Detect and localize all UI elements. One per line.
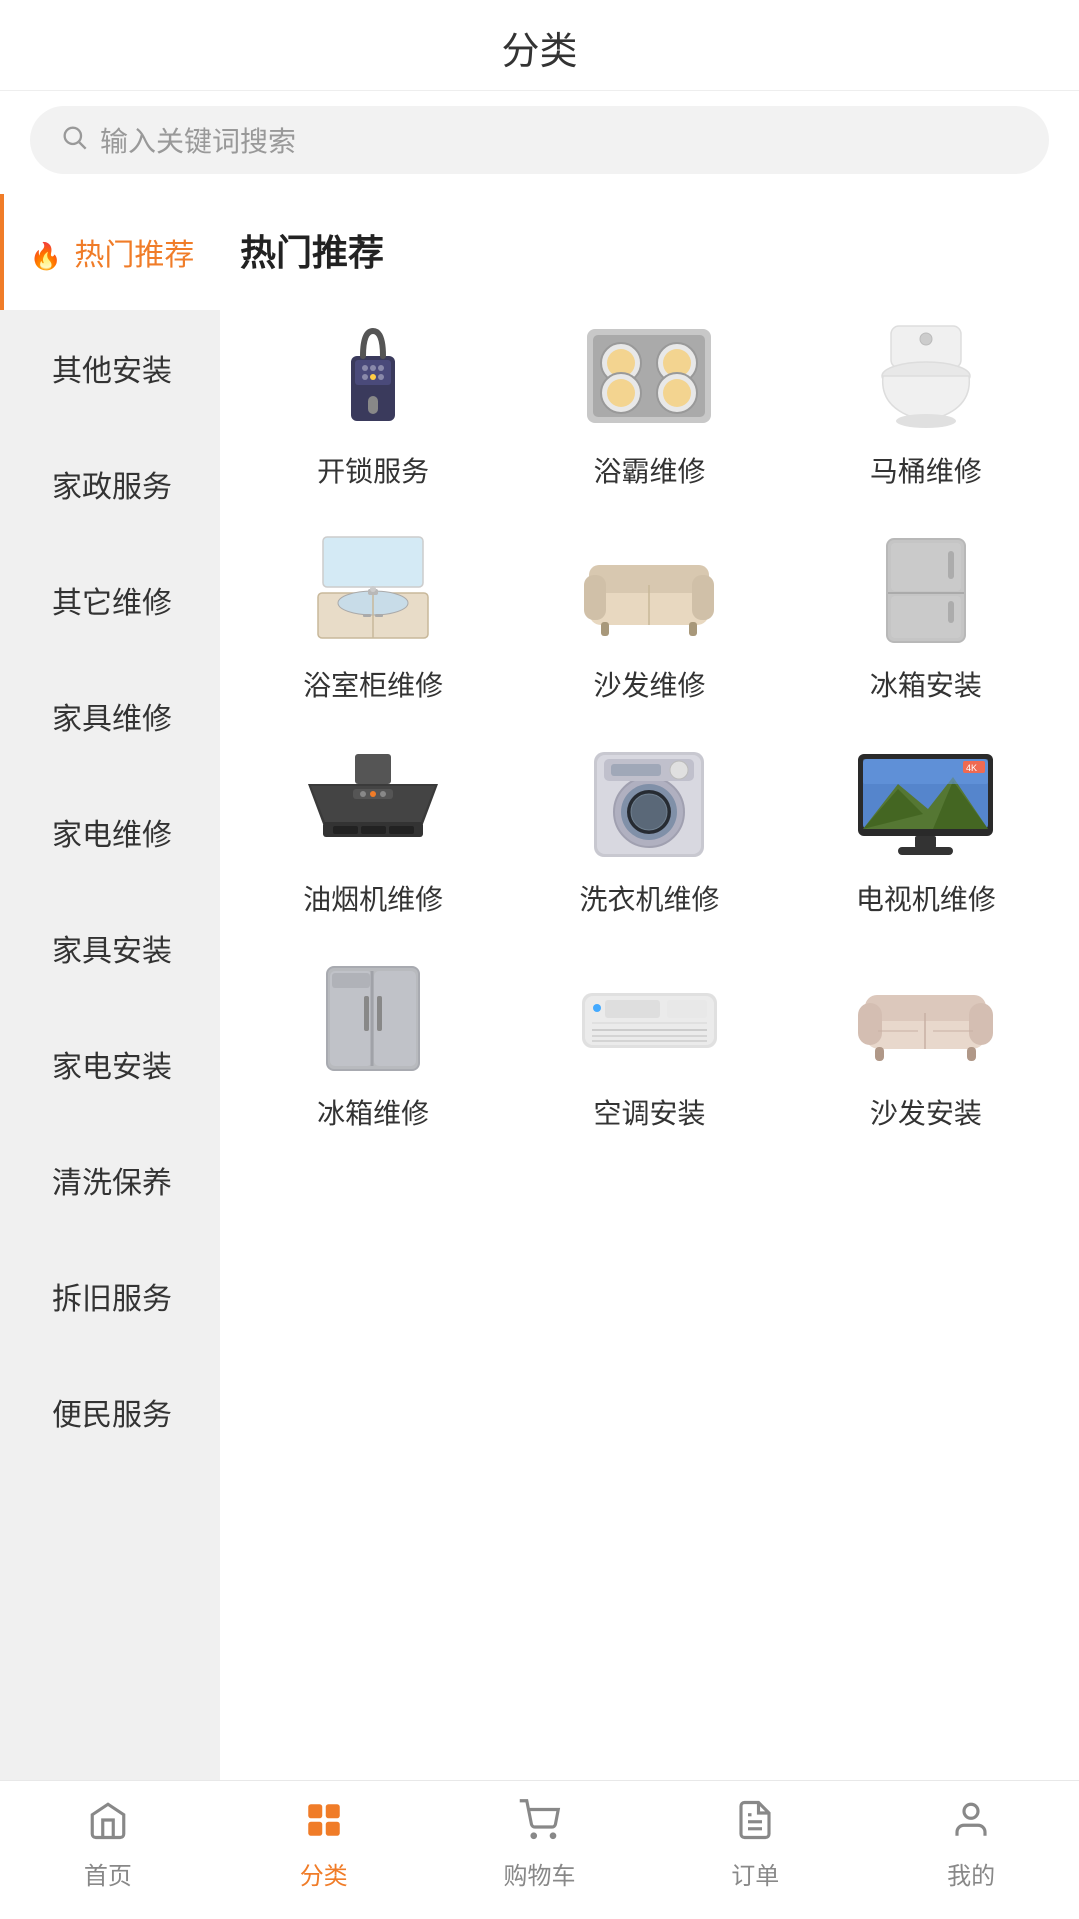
grid-item-bath-fan[interactable]: 浴霸维修 [516, 306, 782, 500]
svg-text:4K: 4K [966, 763, 977, 773]
nav-item-orders[interactable]: 订单 [647, 1799, 863, 1891]
sofa-repair-label: 沙发维修 [593, 664, 705, 704]
sofa-install-label: 沙发安装 [870, 1092, 982, 1132]
orders-icon [734, 1799, 776, 1848]
grid-item-bath-cabinet[interactable]: 浴室柜维修 [240, 520, 506, 714]
home-icon [87, 1799, 129, 1848]
sidebar-item-label: 热门推荐 [74, 239, 194, 272]
lock-image [301, 316, 446, 436]
bottom-nav: 首页 分类 购物车 [0, 1780, 1079, 1919]
fridge-install-image [853, 530, 998, 650]
nav-label-cart: 购物车 [503, 1856, 575, 1891]
main-content: 🔥 热门推荐 其他安装 家政服务 其它维修 家具维修 家电维修 家具安装 家电安… [0, 194, 1079, 1780]
bath-fan-image [577, 316, 722, 436]
sidebar-item-cleaning[interactable]: 清洗保养 [0, 1122, 220, 1238]
ac-install-image [577, 958, 722, 1078]
bath-cabinet-image [301, 530, 446, 650]
fridge-repair-label: 冰箱维修 [317, 1092, 429, 1132]
header: 分类 [0, 0, 1079, 91]
sidebar-item-furniture-repair[interactable]: 家具维修 [0, 658, 220, 774]
section-title: 热门推荐 [240, 224, 1059, 276]
toilet-image [853, 316, 998, 436]
sidebar-item-appliance-repair[interactable]: 家电维修 [0, 774, 220, 890]
lock-label: 开锁服务 [317, 450, 429, 490]
grid-item-fridge-repair[interactable]: 冰箱维修 [240, 948, 506, 1142]
sofa-repair-image [577, 530, 722, 650]
nav-item-category[interactable]: 分类 [216, 1799, 432, 1891]
category-grid: 开锁服务 [240, 306, 1059, 1142]
nav-label-category: 分类 [300, 1856, 348, 1891]
search-icon [60, 123, 88, 158]
sidebar-item-label: 家政服务 [52, 471, 172, 504]
sidebar-item-label: 家具维修 [52, 703, 172, 736]
sidebar-item-other-repair[interactable]: 其它维修 [0, 542, 220, 658]
grid-item-ac-install[interactable]: 空调安装 [516, 948, 782, 1142]
sidebar-item-label: 其它维修 [52, 587, 172, 620]
sidebar-item-label: 其他安装 [52, 355, 172, 388]
nav-label-mine: 我的 [947, 1856, 995, 1891]
category-area: 热门推荐 [220, 194, 1079, 1780]
grid-item-sofa-repair[interactable]: 沙发维修 [516, 520, 782, 714]
bath-fan-label: 浴霸维修 [593, 450, 705, 490]
washer-label: 洗衣机维修 [579, 878, 719, 918]
sidebar-item-hot[interactable]: 🔥 热门推荐 [0, 194, 220, 310]
fridge-repair-image [301, 958, 446, 1078]
sidebar-item-home-service[interactable]: 家政服务 [0, 426, 220, 542]
cart-icon [518, 1799, 560, 1848]
sidebar-item-label: 清洗保养 [52, 1167, 172, 1200]
tv-image: 4K [853, 744, 998, 864]
grid-item-sofa-install[interactable]: 沙发安装 [793, 948, 1059, 1142]
category-icon [303, 1799, 345, 1848]
sidebar-item-label: 拆旧服务 [52, 1283, 172, 1316]
grid-item-toilet[interactable]: 马桶维修 [793, 306, 1059, 500]
sidebar-item-furniture-install[interactable]: 家具安装 [0, 890, 220, 1006]
nav-item-mine[interactable]: 我的 [863, 1799, 1079, 1891]
sidebar-item-label: 家电安装 [52, 1051, 172, 1084]
fire-icon: 🔥 [30, 241, 62, 271]
mine-icon [950, 1799, 992, 1848]
nav-item-cart[interactable]: 购物车 [432, 1799, 648, 1891]
page-title: 分类 [501, 31, 577, 73]
sidebar-item-label: 便民服务 [52, 1399, 172, 1432]
sidebar: 🔥 热门推荐 其他安装 家政服务 其它维修 家具维修 家电维修 家具安装 家电安… [0, 194, 220, 1780]
bath-cabinet-label: 浴室柜维修 [303, 664, 443, 704]
sofa-install-image [853, 958, 998, 1078]
fridge-install-label: 冰箱安装 [870, 664, 982, 704]
search-placeholder-text: 输入关键词搜索 [100, 120, 296, 160]
range-hood-image [301, 744, 446, 864]
nav-label-orders: 订单 [731, 1856, 779, 1891]
range-hood-label: 油烟机维修 [303, 878, 443, 918]
search-bar: 输入关键词搜索 [0, 91, 1079, 194]
tv-label: 电视机维修 [856, 878, 996, 918]
nav-item-home[interactable]: 首页 [0, 1799, 216, 1891]
washer-image [577, 744, 722, 864]
grid-item-tv[interactable]: 4K 电视机维修 [793, 734, 1059, 928]
sidebar-item-civil[interactable]: 便民服务 [0, 1354, 220, 1470]
toilet-label: 马桶维修 [870, 450, 982, 490]
grid-item-lock[interactable]: 开锁服务 [240, 306, 506, 500]
sidebar-item-appliance-install[interactable]: 家电安装 [0, 1006, 220, 1122]
sidebar-item-label: 家电维修 [52, 819, 172, 852]
search-input-wrap[interactable]: 输入关键词搜索 [30, 106, 1049, 174]
grid-item-washer[interactable]: 洗衣机维修 [516, 734, 782, 928]
ac-install-label: 空调安装 [593, 1092, 705, 1132]
grid-item-range-hood[interactable]: 油烟机维修 [240, 734, 506, 928]
sidebar-item-label: 家具安装 [52, 935, 172, 968]
sidebar-item-other-install[interactable]: 其他安装 [0, 310, 220, 426]
nav-label-home: 首页 [84, 1856, 132, 1891]
grid-item-fridge-install[interactable]: 冰箱安装 [793, 520, 1059, 714]
sidebar-item-demolish[interactable]: 拆旧服务 [0, 1238, 220, 1354]
